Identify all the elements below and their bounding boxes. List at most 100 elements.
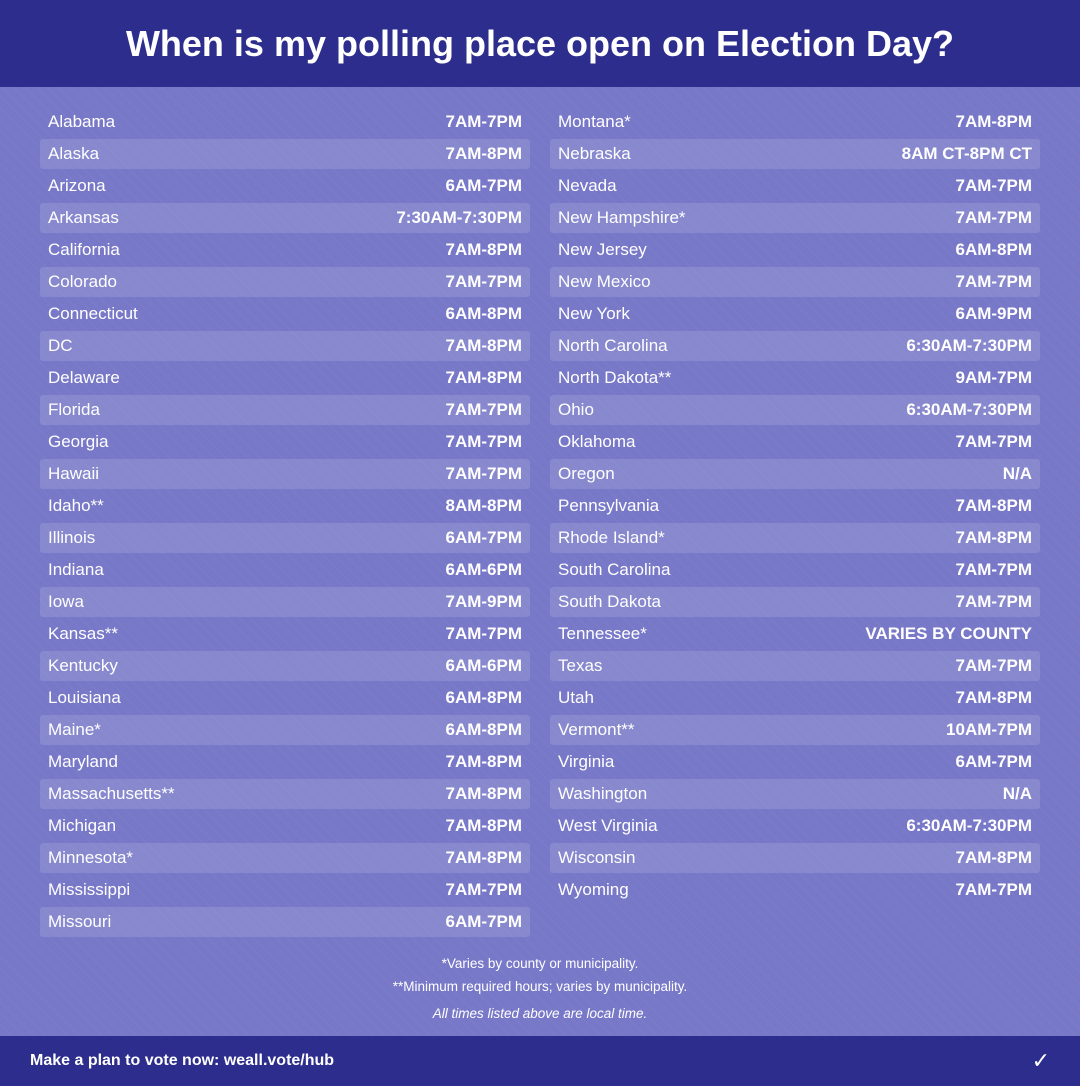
main-content: Alabama 7AM-7PM Alaska 7AM-8PM Arizona 6… xyxy=(0,87,1080,1036)
table-row: Colorado 7AM-7PM xyxy=(40,267,530,297)
state-hours: 7AM-8PM xyxy=(955,112,1032,132)
state-hours: 7AM-7PM xyxy=(445,880,522,900)
table-row: Arizona 6AM-7PM xyxy=(40,171,530,201)
table-row: Vermont** 10AM-7PM xyxy=(550,715,1040,745)
table-row: Texas 7AM-7PM xyxy=(550,651,1040,681)
state-name: Indiana xyxy=(48,560,104,580)
table-row: Minnesota* 7AM-8PM xyxy=(40,843,530,873)
state-name: Minnesota* xyxy=(48,848,133,868)
state-name: Texas xyxy=(558,656,602,676)
state-hours: 6:30AM-7:30PM xyxy=(906,336,1032,356)
table-row: Maryland 7AM-8PM xyxy=(40,747,530,777)
table-row: Utah 7AM-8PM xyxy=(550,683,1040,713)
state-name: Arkansas xyxy=(48,208,119,228)
table-row: Pennsylvania 7AM-8PM xyxy=(550,491,1040,521)
state-name: Maine* xyxy=(48,720,101,740)
left-column: Alabama 7AM-7PM Alaska 7AM-8PM Arizona 6… xyxy=(40,107,530,939)
state-hours: N/A xyxy=(1003,464,1032,484)
table-row: Ohio 6:30AM-7:30PM xyxy=(550,395,1040,425)
state-name: New Hampshire* xyxy=(558,208,686,228)
state-name: Connecticut xyxy=(48,304,138,324)
state-hours: 7AM-7PM xyxy=(955,656,1032,676)
check-circle-icon: ✓ xyxy=(1032,1048,1050,1074)
state-hours: 7AM-8PM xyxy=(445,240,522,260)
state-name: Virginia xyxy=(558,752,614,772)
table-row: South Dakota 7AM-7PM xyxy=(550,587,1040,617)
state-name: Florida xyxy=(48,400,100,420)
footer-link[interactable]: weall.vote/hub xyxy=(224,1052,334,1069)
state-name: Alaska xyxy=(48,144,99,164)
table-row: Florida 7AM-7PM xyxy=(40,395,530,425)
state-hours: 7AM-7PM xyxy=(955,880,1032,900)
table-row: Washington N/A xyxy=(550,779,1040,809)
state-name: Georgia xyxy=(48,432,108,452)
state-hours: 7AM-8PM xyxy=(955,496,1032,516)
table-row: Idaho** 8AM-8PM xyxy=(40,491,530,521)
state-hours: 6:30AM-7:30PM xyxy=(906,400,1032,420)
state-name: Pennsylvania xyxy=(558,496,659,516)
state-name: DC xyxy=(48,336,73,356)
state-hours: 7AM-8PM xyxy=(445,144,522,164)
state-hours: 7AM-8PM xyxy=(955,528,1032,548)
table-row: New Jersey 6AM-8PM xyxy=(550,235,1040,265)
state-name: New York xyxy=(558,304,630,324)
footer-label: Make a plan to vote now: xyxy=(30,1052,224,1069)
state-hours: 6AM-7PM xyxy=(445,912,522,932)
table-row: North Carolina 6:30AM-7:30PM xyxy=(550,331,1040,361)
state-hours: 6AM-6PM xyxy=(445,560,522,580)
state-name: Delaware xyxy=(48,368,120,388)
table-row: Illinois 6AM-7PM xyxy=(40,523,530,553)
state-name: Washington xyxy=(558,784,647,804)
state-name: Louisiana xyxy=(48,688,121,708)
state-hours: 7AM-7PM xyxy=(445,112,522,132)
state-name: Nevada xyxy=(558,176,617,196)
state-hours: 6AM-6PM xyxy=(445,656,522,676)
state-name: Utah xyxy=(558,688,594,708)
table-row: New Mexico 7AM-7PM xyxy=(550,267,1040,297)
state-hours: 7AM-7PM xyxy=(955,272,1032,292)
page-title: When is my polling place open on Electio… xyxy=(30,22,1050,65)
state-hours: 6AM-8PM xyxy=(445,304,522,324)
table-row: Georgia 7AM-7PM xyxy=(40,427,530,457)
state-hours: 6AM-7PM xyxy=(445,528,522,548)
table-row: Rhode Island* 7AM-8PM xyxy=(550,523,1040,553)
state-name: Wyoming xyxy=(558,880,629,900)
state-hours: N/A xyxy=(1003,784,1032,804)
state-hours: 6:30AM-7:30PM xyxy=(906,816,1032,836)
state-hours: 6AM-9PM xyxy=(955,304,1032,324)
state-name: Missouri xyxy=(48,912,111,932)
state-name: Rhode Island* xyxy=(558,528,665,548)
state-hours: 7AM-8PM xyxy=(445,816,522,836)
state-hours: 7AM-8PM xyxy=(445,848,522,868)
state-hours: 6AM-7PM xyxy=(445,176,522,196)
state-name: Iowa xyxy=(48,592,84,612)
state-hours: 7AM-8PM xyxy=(955,688,1032,708)
state-name: North Carolina xyxy=(558,336,668,356)
table-row: Connecticut 6AM-8PM xyxy=(40,299,530,329)
table-row: Arkansas 7:30AM-7:30PM xyxy=(40,203,530,233)
state-hours: 8AM CT-8PM CT xyxy=(902,144,1032,164)
table-row: Michigan 7AM-8PM xyxy=(40,811,530,841)
table-row: DC 7AM-8PM xyxy=(40,331,530,361)
table-row: Missouri 6AM-7PM xyxy=(40,907,530,937)
state-name: Oklahoma xyxy=(558,432,635,452)
state-name: Colorado xyxy=(48,272,117,292)
table-row: Kansas** 7AM-7PM xyxy=(40,619,530,649)
footnote-1: *Varies by county or municipality. xyxy=(40,953,1040,976)
table-row: New York 6AM-9PM xyxy=(550,299,1040,329)
page-footer: Make a plan to vote now: weall.vote/hub … xyxy=(0,1036,1080,1086)
state-hours: 7AM-7PM xyxy=(445,432,522,452)
state-name: Maryland xyxy=(48,752,118,772)
state-name: Vermont** xyxy=(558,720,635,740)
table-row: Tennessee* VARIES BY COUNTY xyxy=(550,619,1040,649)
table-row: Alaska 7AM-8PM xyxy=(40,139,530,169)
state-name: Hawaii xyxy=(48,464,99,484)
state-hours: 7AM-7PM xyxy=(445,624,522,644)
state-name: New Jersey xyxy=(558,240,647,260)
state-name: Mississippi xyxy=(48,880,130,900)
state-hours: 7AM-7PM xyxy=(955,176,1032,196)
state-hours: 7AM-8PM xyxy=(445,752,522,772)
state-name: Michigan xyxy=(48,816,116,836)
state-name: North Dakota** xyxy=(558,368,671,388)
state-hours: 6AM-8PM xyxy=(445,720,522,740)
